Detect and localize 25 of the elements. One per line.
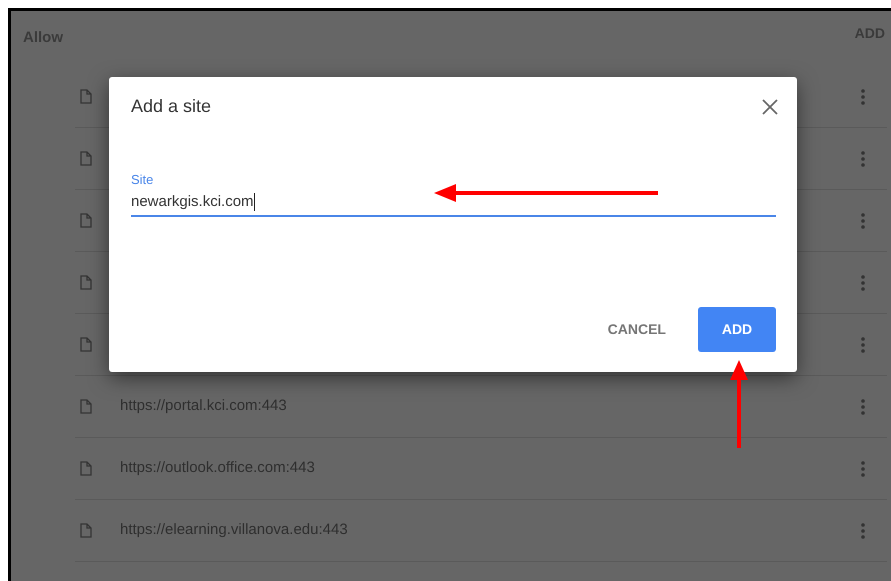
site-url: https://portal.kci.com:443 <box>120 396 288 416</box>
file-icon <box>80 213 92 228</box>
site-url: https://elearning.villanova.edu:443 <box>120 520 349 540</box>
more-options-icon[interactable] <box>861 212 865 228</box>
dialog-title: Add a site <box>131 95 212 118</box>
add-button[interactable]: ADD <box>698 306 776 352</box>
cancel-button[interactable]: CANCEL <box>608 306 666 352</box>
field-label: Site <box>131 171 154 189</box>
file-icon <box>80 151 92 166</box>
more-options-icon[interactable] <box>861 150 865 166</box>
more-options-icon[interactable] <box>861 88 865 104</box>
file-icon <box>80 461 92 476</box>
site-url: https://outlook.office.com:443 <box>120 458 316 478</box>
more-options-icon[interactable] <box>861 522 865 538</box>
file-icon <box>80 89 92 104</box>
more-options-icon[interactable] <box>861 274 865 290</box>
file-icon <box>80 275 92 290</box>
more-options-icon[interactable] <box>861 336 865 352</box>
file-icon <box>80 523 92 538</box>
text-cursor <box>254 193 255 211</box>
file-icon <box>80 399 92 414</box>
more-options-icon[interactable] <box>861 460 865 476</box>
file-icon <box>80 337 92 352</box>
close-icon[interactable] <box>761 98 779 116</box>
more-options-icon[interactable] <box>861 398 865 414</box>
